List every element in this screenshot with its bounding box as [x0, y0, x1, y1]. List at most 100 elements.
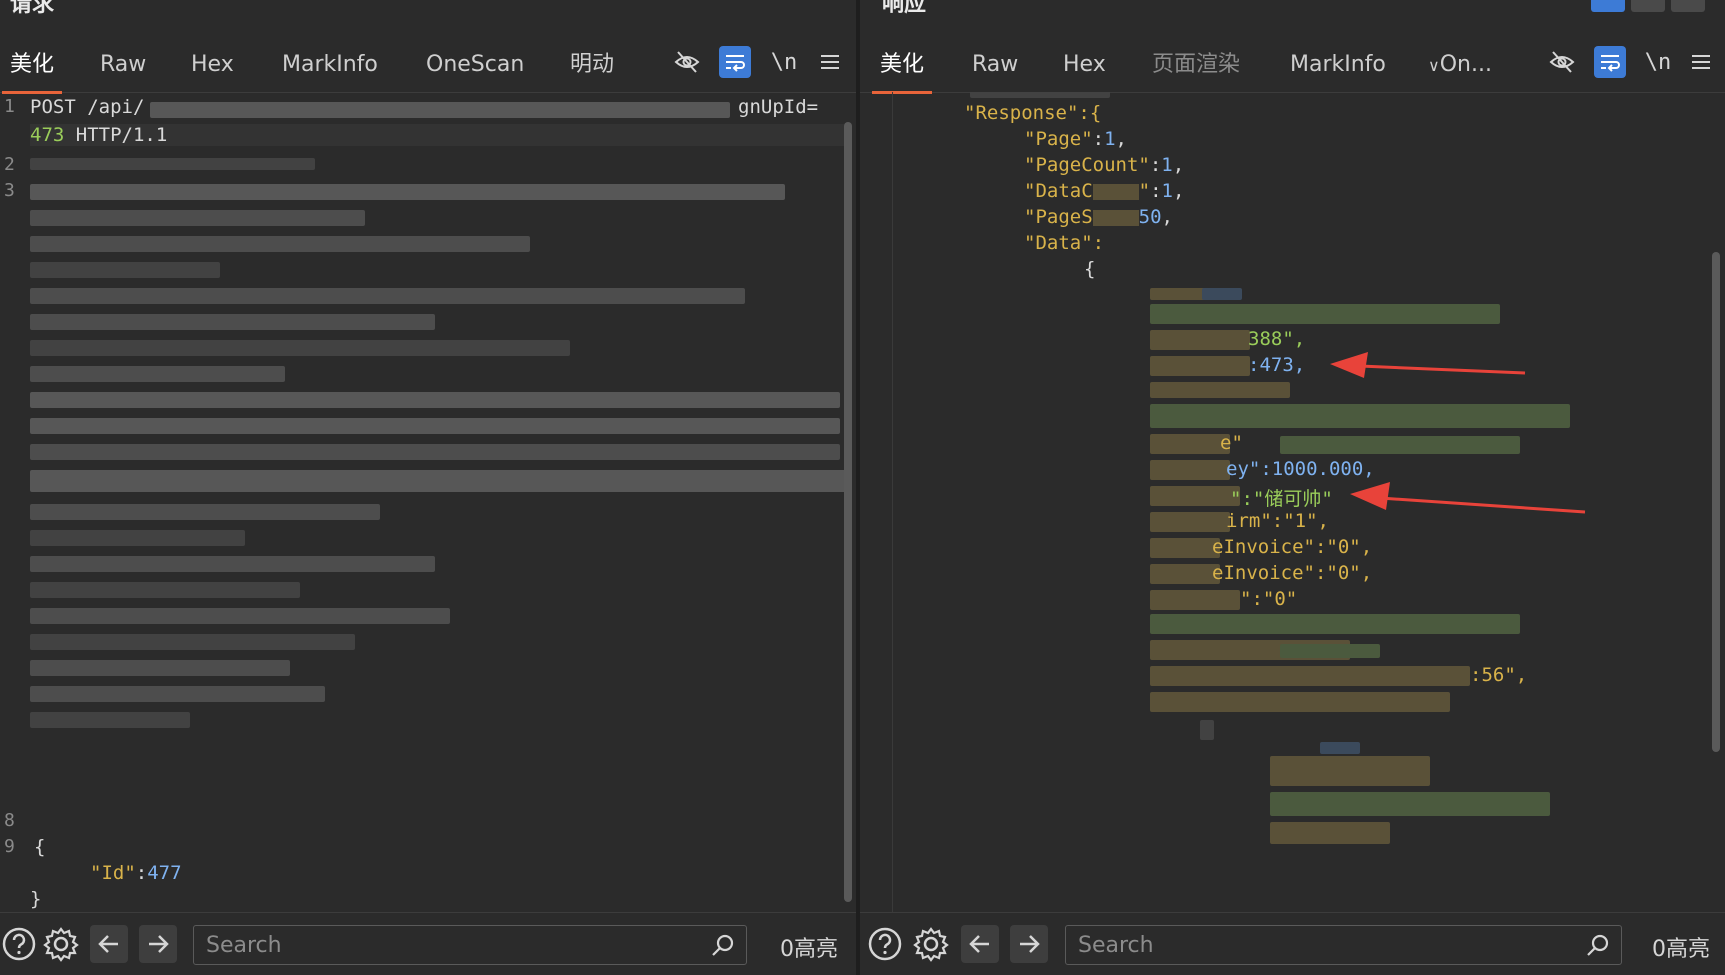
json-page-line: "Page":1,: [1024, 128, 1127, 150]
redacted-block: [30, 582, 300, 598]
request-line-1-tail: gnUpId=: [738, 96, 819, 118]
json-invoice-1: eInvoice":"0",: [1212, 536, 1373, 558]
annotation-arrow-icon: [1350, 482, 1586, 514]
redacted-block: [1150, 330, 1250, 350]
redacted-block: [1280, 644, 1380, 658]
forward-arrow-icon[interactable]: [1010, 925, 1048, 963]
redacted-block: [1150, 304, 1500, 324]
redacted-block: [1150, 692, 1450, 712]
search-icon[interactable]: [1585, 932, 1611, 962]
request-tab-markinfo[interactable]: MarkInfo: [274, 48, 386, 82]
newline-toggle-icon[interactable]: \n: [1642, 46, 1674, 78]
redacted-block: [1270, 822, 1390, 844]
wrap-lines-icon[interactable]: [719, 46, 751, 78]
help-icon[interactable]: [0, 925, 38, 963]
forward-arrow-icon[interactable]: [139, 925, 177, 963]
response-search-input[interactable]: [1076, 926, 1575, 964]
redacted-block: [30, 686, 325, 702]
request-scrollbar[interactable]: [844, 122, 852, 902]
newline-toggle-icon[interactable]: \n: [768, 46, 800, 78]
hide-nonprintable-icon[interactable]: [671, 46, 703, 78]
line-number: 3: [4, 180, 15, 201]
json-pagecount-line: "PageCount":1,: [1024, 154, 1185, 176]
fold-guide: [892, 92, 893, 913]
help-icon[interactable]: [866, 925, 904, 963]
back-arrow-icon[interactable]: [961, 925, 999, 963]
redacted-block: [150, 102, 730, 118]
json-datacount-line: "DataC ":1,: [1024, 180, 1185, 202]
response-tab-render[interactable]: 页面渲染: [1144, 48, 1248, 82]
redacted-block: [30, 210, 365, 226]
line-number: 2: [4, 154, 15, 175]
response-tab-beautify[interactable]: 美化: [872, 48, 933, 94]
redacted-block: [1150, 538, 1220, 558]
back-arrow-icon[interactable]: [90, 925, 128, 963]
request-tab-onescan[interactable]: OneScan: [418, 48, 532, 82]
settings-gear-icon[interactable]: [912, 925, 950, 963]
layout-split-horizontal-button[interactable]: [1591, 0, 1625, 12]
redacted-block: [30, 184, 785, 200]
menu-icon[interactable]: [814, 46, 846, 78]
redacted-block: [30, 418, 840, 434]
redacted-block: [1200, 720, 1214, 740]
settings-gear-icon[interactable]: [42, 925, 80, 963]
request-bottombar: 0高亮: [0, 912, 856, 975]
response-tab-hex[interactable]: Hex: [1055, 48, 1114, 82]
json-colon: :: [135, 862, 148, 884]
line-number: 8: [4, 810, 15, 831]
redacted-block: [30, 444, 840, 460]
response-search-box: [1065, 925, 1622, 965]
response-tab-more-label: On...: [1439, 52, 1492, 77]
request-search-input[interactable]: [204, 926, 700, 964]
json-money: ey":1000.000,: [1226, 458, 1375, 480]
request-tabbar: 美化 Raw Hex MarkInfo OneScan 明动 \n: [0, 40, 856, 94]
json-value-473: :473,: [1248, 354, 1306, 376]
request-tab-raw[interactable]: Raw: [92, 48, 154, 82]
response-highlight-count: 0高亮: [1652, 937, 1710, 962]
response-tab-more[interactable]: ∨On...: [1420, 48, 1500, 82]
menu-icon[interactable]: [1685, 46, 1717, 78]
json-page-key: "Page": [1024, 128, 1093, 150]
json-data-key: "Data":: [1024, 232, 1105, 254]
json-pagesize-value: 50: [1138, 206, 1162, 228]
response-bottombar: 0高亮: [860, 912, 1725, 975]
response-pane-title: 响应: [882, 0, 927, 17]
request-method-path: POST /api/: [30, 96, 145, 118]
hide-nonprintable-icon[interactable]: [1546, 46, 1578, 78]
request-tab-beautify[interactable]: 美化: [2, 48, 63, 94]
response-scrollbar[interactable]: [1712, 252, 1720, 752]
json-pagesize-key: "PageS: [1024, 206, 1093, 228]
search-icon[interactable]: [710, 932, 736, 962]
redacted-block: [30, 608, 450, 624]
redacted-block: [1150, 564, 1220, 584]
request-pane: 请求 美化 Raw Hex MarkInfo OneScan 明动 \n 1 2…: [0, 0, 856, 975]
request-line-1: POST /api/: [30, 96, 144, 118]
redacted-block: [1150, 614, 1520, 634]
json-id-value: 477: [147, 862, 182, 884]
response-editor[interactable]: "Response":{ "Page":1, "PageCount":1, "D…: [860, 92, 1725, 913]
redacted-block: [30, 556, 435, 572]
json-datacount-key: "DataC: [1024, 180, 1093, 202]
redacted-block: [1150, 434, 1230, 454]
request-search-box: [193, 925, 747, 965]
redacted-block: [1320, 742, 1360, 754]
redacted-block: [30, 660, 290, 676]
layout-tabs-button[interactable]: [1671, 0, 1705, 12]
wrap-lines-icon[interactable]: [1594, 46, 1626, 78]
redacted-block: [30, 634, 355, 650]
redacted-block: [1270, 756, 1430, 786]
redacted-block: [1150, 460, 1230, 480]
redacted-block: [1270, 792, 1550, 816]
json-pagecount-value: 1: [1161, 154, 1173, 176]
request-tab-hex[interactable]: Hex: [183, 48, 242, 82]
json-page-value: 1: [1104, 128, 1116, 150]
redacted-block: [1150, 486, 1240, 506]
response-tab-markinfo[interactable]: MarkInfo: [1282, 48, 1394, 82]
request-protocol: HTTP/1.1: [64, 124, 168, 146]
response-tab-raw[interactable]: Raw: [964, 48, 1026, 82]
request-tab-mingdong[interactable]: 明动: [562, 48, 622, 82]
redacted-block: [1150, 356, 1250, 376]
request-editor[interactable]: 1 2 3 8 9 POST /api/ gnUpId= 473 HTTP/1.…: [0, 92, 856, 913]
layout-split-vertical-button[interactable]: [1631, 0, 1665, 12]
request-id-value: 473: [30, 124, 65, 146]
